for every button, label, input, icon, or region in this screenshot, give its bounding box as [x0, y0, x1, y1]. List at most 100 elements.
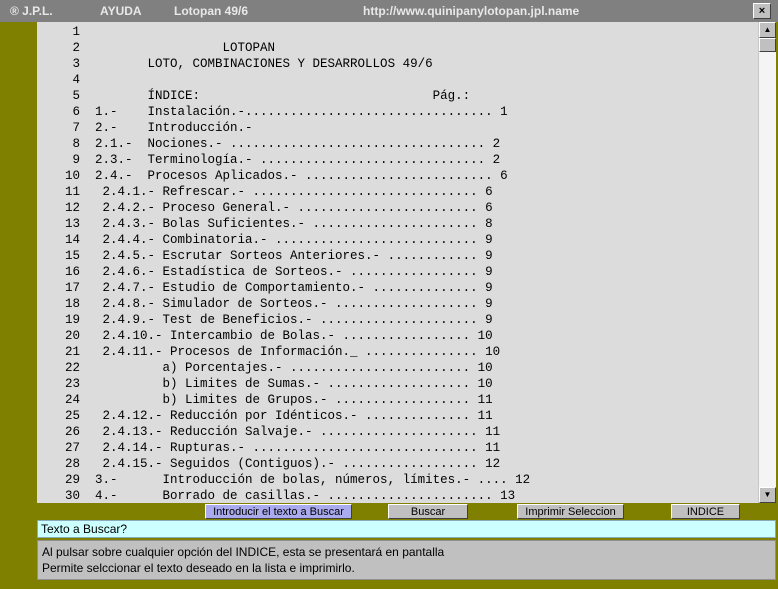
- line-number: 25: [64, 409, 80, 423]
- line-text: 2.4.7.- Estudio de Comportamiento.- ....…: [95, 281, 493, 295]
- line-text: 2.4.9.- Test de Beneficios.- ...........…: [95, 313, 493, 327]
- line-number: 24: [64, 393, 80, 407]
- document-line[interactable]: 29 3.- Introducción de bolas, números, l…: [37, 472, 530, 488]
- line-text: 2.4.4.- Combinatoria.- .................…: [95, 233, 493, 247]
- document-line[interactable]: 10 2.4.- Procesos Aplicados.- ..........…: [37, 168, 508, 184]
- line-text: 2.4.- Procesos Aplicados.- .............…: [95, 169, 508, 183]
- line-number: 29: [64, 473, 80, 487]
- line-text: 2.4.11.- Procesos de Información._ .....…: [95, 345, 501, 359]
- info-line-1: Al pulsar sobre cualquier opción del IND…: [42, 545, 445, 559]
- document-line[interactable]: 15 2.4.5.- Escrutar Sorteos Anteriores.-…: [37, 248, 493, 264]
- line-text: 2.4.8.- Simulador de Sorteos.- .........…: [95, 297, 493, 311]
- document-line[interactable]: 16 2.4.6.- Estadística de Sorteos.- ....…: [37, 264, 493, 280]
- line-number: 30: [64, 489, 80, 503]
- document-line[interactable]: 21 2.4.11.- Procesos de Información._ ..…: [37, 344, 500, 360]
- line-number: 19: [64, 313, 80, 327]
- line-number: 21: [64, 345, 80, 359]
- document-line[interactable]: 4: [37, 72, 95, 88]
- line-text: 2.4.5.- Escrutar Sorteos Anteriores.- ..…: [95, 249, 493, 263]
- line-text: LOTOPAN: [95, 41, 276, 55]
- document-line[interactable]: 24 b) Limites de Grupos.- ..............…: [37, 392, 493, 408]
- close-button[interactable]: ×: [753, 3, 771, 19]
- document-line[interactable]: 12 2.4.2.- Proceso General.- ...........…: [37, 200, 493, 216]
- line-number: 15: [64, 249, 80, 263]
- line-text: 2.3.- Terminología.- ...................…: [95, 153, 501, 167]
- document-line[interactable]: 26 2.4.13.- Reducción Salvaje.- ........…: [37, 424, 500, 440]
- indice-button[interactable]: INDICE: [671, 504, 740, 519]
- document-line[interactable]: 30 4.- Borrado de casillas.- ...........…: [37, 488, 515, 503]
- scroll-up-button[interactable]: ▲: [759, 22, 776, 38]
- line-text: 2.4.6.- Estadística de Sorteos.- .......…: [95, 265, 493, 279]
- line-number: 22: [64, 361, 80, 375]
- line-number: 14: [64, 233, 80, 247]
- document-line[interactable]: 5 ÍNDICE: Pág.:: [37, 88, 470, 104]
- line-number: 4: [72, 73, 80, 87]
- search-input[interactable]: Texto a Buscar?: [37, 520, 776, 538]
- line-number: 7: [72, 121, 80, 135]
- document-line[interactable]: 9 2.3.- Terminología.- .................…: [37, 152, 500, 168]
- document-line[interactable]: 13 2.4.3.- Bolas Suficientes.- .........…: [37, 216, 493, 232]
- document-line[interactable]: 1: [37, 24, 95, 40]
- line-text: 2.4.12.- Reducción por Idénticos.- .....…: [95, 409, 493, 423]
- document-line[interactable]: 6 1.- Instalación.-.....................…: [37, 104, 508, 120]
- close-icon: ×: [758, 5, 766, 17]
- document-line[interactable]: 20 2.4.10.- Intercambio de Bolas.- .....…: [37, 328, 493, 344]
- info-line-2: Permite selccionar el texto deseado en l…: [42, 561, 355, 575]
- line-text: 2.4.3.- Bolas Suficientes.- ............…: [95, 217, 493, 231]
- line-number: 6: [72, 105, 80, 119]
- line-number: 23: [64, 377, 80, 391]
- line-number: 13: [64, 217, 80, 231]
- line-text: 3.- Introducción de bolas, números, lími…: [95, 473, 531, 487]
- buscar-button[interactable]: Buscar: [388, 504, 468, 519]
- line-text: 2.4.2.- Proceso General.- ..............…: [95, 201, 493, 215]
- document-line[interactable]: 23 b) Limites de Sumas.- ...............…: [37, 376, 493, 392]
- line-text: 1.- Instalación.-.......................…: [95, 105, 508, 119]
- app-name: Lotopan 49/6: [174, 4, 249, 18]
- document-line[interactable]: 11 2.4.1.- Refrescar.- .................…: [37, 184, 493, 200]
- line-text: 2.4.1.- Refrescar.- ....................…: [95, 185, 493, 199]
- line-text: 4.- Borrado de casillas.- ..............…: [95, 489, 516, 503]
- scroll-down-button[interactable]: ▼: [759, 487, 776, 503]
- line-number: 9: [72, 153, 80, 167]
- document-line[interactable]: 3 LOTO, COMBINACIONES Y DESARROLLOS 49/6: [37, 56, 433, 72]
- line-text: a) Porcentajes.- .......................…: [95, 361, 493, 375]
- line-number: 2: [72, 41, 80, 55]
- line-text: ÍNDICE: Pág.:: [95, 89, 471, 103]
- document-line[interactable]: 19 2.4.9.- Test de Beneficios.- ........…: [37, 312, 493, 328]
- line-number: 28: [64, 457, 80, 471]
- document-line[interactable]: 28 2.4.15.- Seguidos (Contiguos).- .....…: [37, 456, 500, 472]
- line-text: 2.4.13.- Reducción Salvaje.- ...........…: [95, 425, 501, 439]
- document-line[interactable]: 22 a) Porcentajes.- ....................…: [37, 360, 493, 376]
- vertical-scrollbar[interactable]: ▲ ▼: [758, 22, 776, 503]
- line-number: 10: [64, 169, 80, 183]
- line-number: 18: [64, 297, 80, 311]
- line-text: 2.4.10.- Intercambio de Bolas.- ........…: [95, 329, 493, 343]
- document-line[interactable]: 25 2.4.12.- Reducción por Idénticos.- ..…: [37, 408, 493, 424]
- document-view[interactable]: 1 2 LOTOPAN 3 LOTO, COMBINACIONES Y DESAR…: [37, 22, 758, 503]
- document-line[interactable]: 27 2.4.14.- Rupturas.- .................…: [37, 440, 500, 456]
- menu-ayuda[interactable]: AYUDA: [100, 4, 142, 18]
- line-number: 26: [64, 425, 80, 439]
- document-line[interactable]: 8 2.1.- Nociones.- .....................…: [37, 136, 500, 152]
- line-number: 3: [72, 57, 80, 71]
- line-number: 27: [64, 441, 80, 455]
- imprimir-seleccion-button[interactable]: Imprimir Seleccion: [517, 504, 624, 519]
- line-number: 17: [64, 281, 80, 295]
- title-bar: ® J.P.L. AYUDA Lotopan 49/6 http://www.q…: [0, 0, 778, 22]
- scroll-down-icon: ▼: [763, 490, 772, 499]
- document-line[interactable]: 18 2.4.8.- Simulador de Sorteos.- ......…: [37, 296, 493, 312]
- line-number: 20: [64, 329, 80, 343]
- scroll-up-icon: ▲: [763, 25, 772, 34]
- line-number: 12: [64, 201, 80, 215]
- website-url[interactable]: http://www.quinipanylotopan.jpl.name: [363, 4, 579, 18]
- app-logo: ® J.P.L.: [10, 4, 53, 18]
- line-text: 2.4.14.- Rupturas.- ....................…: [95, 441, 501, 455]
- document-line[interactable]: 7 2.- Introducción.-: [37, 120, 252, 136]
- document-line[interactable]: 14 2.4.4.- Combinatoria.- ..............…: [37, 232, 493, 248]
- info-panel: Al pulsar sobre cualquier opción del IND…: [37, 540, 776, 580]
- document-line[interactable]: 2 LOTOPAN: [37, 40, 275, 56]
- document-line[interactable]: 17 2.4.7.- Estudio de Comportamiento.- .…: [37, 280, 493, 296]
- scroll-thumb[interactable]: [759, 38, 776, 52]
- line-text: LOTO, COMBINACIONES Y DESARROLLOS 49/6: [95, 57, 433, 71]
- introducir-texto-button[interactable]: Introducir el texto a Buscar: [205, 504, 352, 519]
